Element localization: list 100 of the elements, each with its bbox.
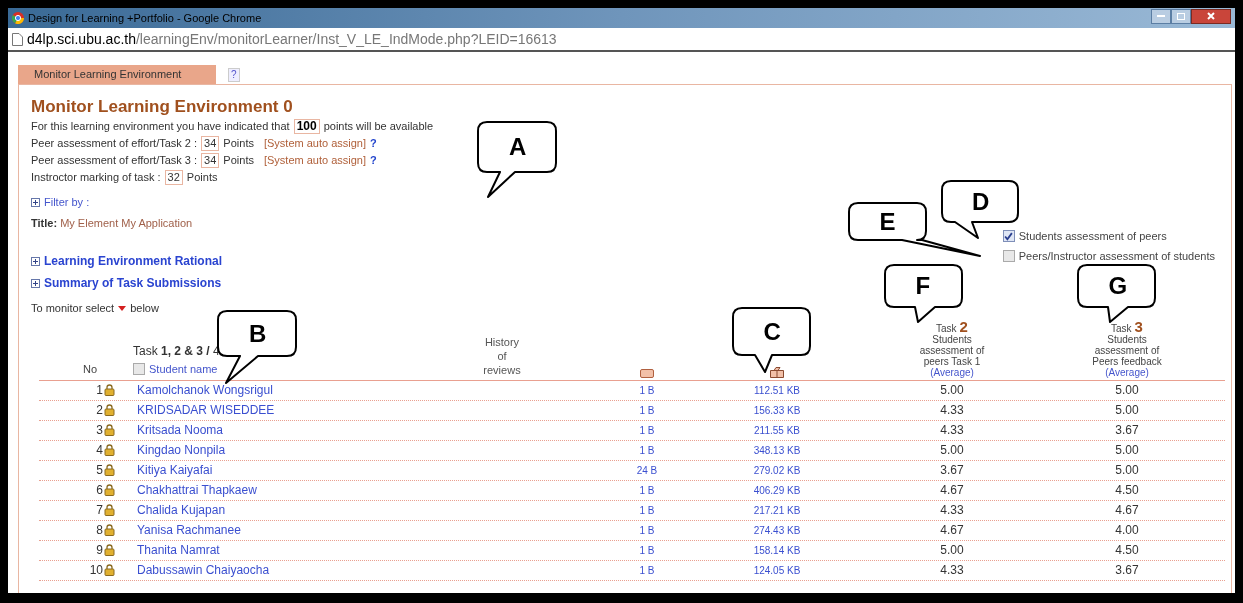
section-link[interactable]: Summary of Task Submissions <box>44 274 222 292</box>
size-link[interactable]: 217.21 KB <box>725 502 829 518</box>
title-label: Title: <box>31 216 58 229</box>
size-link[interactable]: 1 B <box>569 442 725 458</box>
size-link[interactable]: 112.51 KB <box>725 382 829 398</box>
callout-letter: A <box>509 135 527 159</box>
table-cell-text: 4.33 <box>939 422 965 439</box>
checkbox[interactable] <box>133 363 145 376</box>
size-link[interactable]: 158.14 KB <box>725 542 829 558</box>
points-value: 100 <box>293 119 320 134</box>
size-link[interactable]: 1 B <box>569 522 725 538</box>
table-cell-text: 4.67 <box>1114 502 1140 519</box>
row-number: 10 <box>89 562 103 579</box>
row-number: 2 <box>96 402 103 419</box>
points-label: Peer assessment of effort/Task 3 : <box>31 153 198 169</box>
table-cell-text: 4.67 <box>939 522 965 539</box>
size-link[interactable]: 1 B <box>569 562 725 578</box>
size-link[interactable]: 1 B <box>569 422 725 438</box>
padlock-icon <box>104 464 115 476</box>
size-link[interactable]: 24 B <box>569 462 725 478</box>
url-path: /learningEnv/monitorLearner/Inst_V_LE_IndMode.php?LEID=16613 <box>135 30 557 47</box>
auto-assign-link[interactable]: [System auto assign] <box>263 135 367 152</box>
student-link[interactable]: Kingdao Nonpila <box>137 443 226 457</box>
student-link[interactable]: Kitiya Kaiyafai <box>137 463 213 477</box>
size-link[interactable]: 274.43 KB <box>725 522 829 538</box>
size-link[interactable]: 1 B <box>569 542 725 558</box>
task-number: 2 <box>959 318 968 334</box>
callout-letter: B <box>249 321 267 346</box>
student-link[interactable]: Chalida Kujapan <box>137 503 226 517</box>
average-link[interactable]: (Average) <box>1105 366 1149 378</box>
help-link[interactable]: ? <box>370 152 377 169</box>
size-link[interactable]: 1 B <box>569 502 725 518</box>
size-link[interactable]: 406.29 KB <box>725 482 829 498</box>
callout-letter: C <box>763 319 781 344</box>
student-link[interactable]: Dabussawin Chaiyaocha <box>137 563 270 577</box>
points-unit: points will be available <box>323 119 434 135</box>
checkbox[interactable] <box>1002 230 1015 243</box>
page-heading: Monitor Learning Environment 0 <box>31 96 294 118</box>
student-link[interactable]: Thanita Namrat <box>137 543 220 557</box>
size-link[interactable]: 156.33 KB <box>725 402 829 418</box>
task-number: 3 <box>1134 318 1143 334</box>
row-number: 7 <box>96 502 103 519</box>
minimize-button[interactable] <box>1151 8 1171 24</box>
section-link[interactable]: Learning Environment Rational <box>44 252 223 270</box>
close-icon <box>1207 12 1215 20</box>
close-button[interactable] <box>1191 8 1231 24</box>
student-link[interactable]: Kritsada Nooma <box>137 423 224 437</box>
maximize-button[interactable] <box>1171 8 1191 24</box>
size-link[interactable]: 279.02 KB <box>725 462 829 478</box>
points-value: 34 <box>201 153 220 168</box>
padlock-icon <box>104 564 115 576</box>
size-link[interactable]: 1 B <box>569 482 725 498</box>
points-unit: Points <box>223 136 254 152</box>
student-link[interactable]: Yanisa Rachmanee <box>137 523 241 537</box>
size-link[interactable]: 124.05 KB <box>725 562 829 578</box>
table-cell-text: 5.00 <box>1114 462 1140 479</box>
expand-icon[interactable] <box>31 197 40 207</box>
help-link[interactable]: ? <box>228 68 240 82</box>
column-sort-link[interactable]: Student name <box>149 361 218 378</box>
average-link[interactable]: (Average) <box>930 366 974 378</box>
row-number: 9 <box>96 542 103 559</box>
callout-letter: D <box>972 189 990 214</box>
callout-letter: E <box>879 209 896 234</box>
student-link[interactable]: Kamolchanok Wongsrigul <box>137 383 273 397</box>
column-description: Students assessment of Peers feedback <box>1091 333 1163 367</box>
expand-icon[interactable] <box>31 256 40 266</box>
row-number: 6 <box>96 482 103 499</box>
table-cell-text: 5.00 <box>939 442 965 459</box>
checkbox-label: Students assessment of peers <box>1018 229 1167 244</box>
folder-icon <box>640 368 654 378</box>
table-cell-text: 5.00 <box>939 382 965 399</box>
filter-link[interactable]: Filter by : <box>44 194 90 211</box>
expand-icon[interactable] <box>31 278 40 288</box>
column-header: History of reviews <box>482 334 522 377</box>
padlock-icon <box>104 444 115 456</box>
size-link[interactable]: 1 B <box>569 382 725 398</box>
browser-logo-icon <box>12 12 24 24</box>
help-link[interactable]: ? <box>370 135 377 152</box>
table-cell-text: 5.00 <box>1114 382 1140 399</box>
size-link[interactable]: 211.55 KB <box>725 422 829 438</box>
tab[interactable]: Monitor Learning Environment <box>18 65 216 84</box>
url-host: d4lp.sci.ubu.ac.th <box>27 30 136 47</box>
student-link[interactable]: KRIDSADAR WISEDDEE <box>137 403 275 417</box>
size-link[interactable]: 348.13 KB <box>725 442 829 458</box>
window-title: Design for Learning +Portfolio - Google Chrome <box>28 10 262 26</box>
table-cell-text: 5.00 <box>1114 442 1140 459</box>
task-label: Task <box>1111 322 1132 334</box>
table-cell-text: 4.67 <box>939 482 965 499</box>
row-number: 1 <box>96 382 103 399</box>
page-icon <box>12 32 23 46</box>
hint-text: below <box>130 301 159 316</box>
auto-assign-link[interactable]: [System auto assign] <box>263 152 367 169</box>
student-link[interactable]: Chakhattrai Thapkaew <box>137 483 257 497</box>
size-link[interactable]: 1 B <box>569 402 725 418</box>
callout-letter: G <box>1108 274 1128 298</box>
table-cell-text: 4.00 <box>1114 522 1140 539</box>
address-bar[interactable]: d4lp.sci.ubu.ac.th/learningEnv/monitorLearner/Inst_V_LE_IndMode.php?LEID=16613 <box>8 28 1235 52</box>
table-cell-text: 5.00 <box>939 542 965 559</box>
checkbox[interactable] <box>1002 249 1015 262</box>
package-icon <box>770 366 784 378</box>
